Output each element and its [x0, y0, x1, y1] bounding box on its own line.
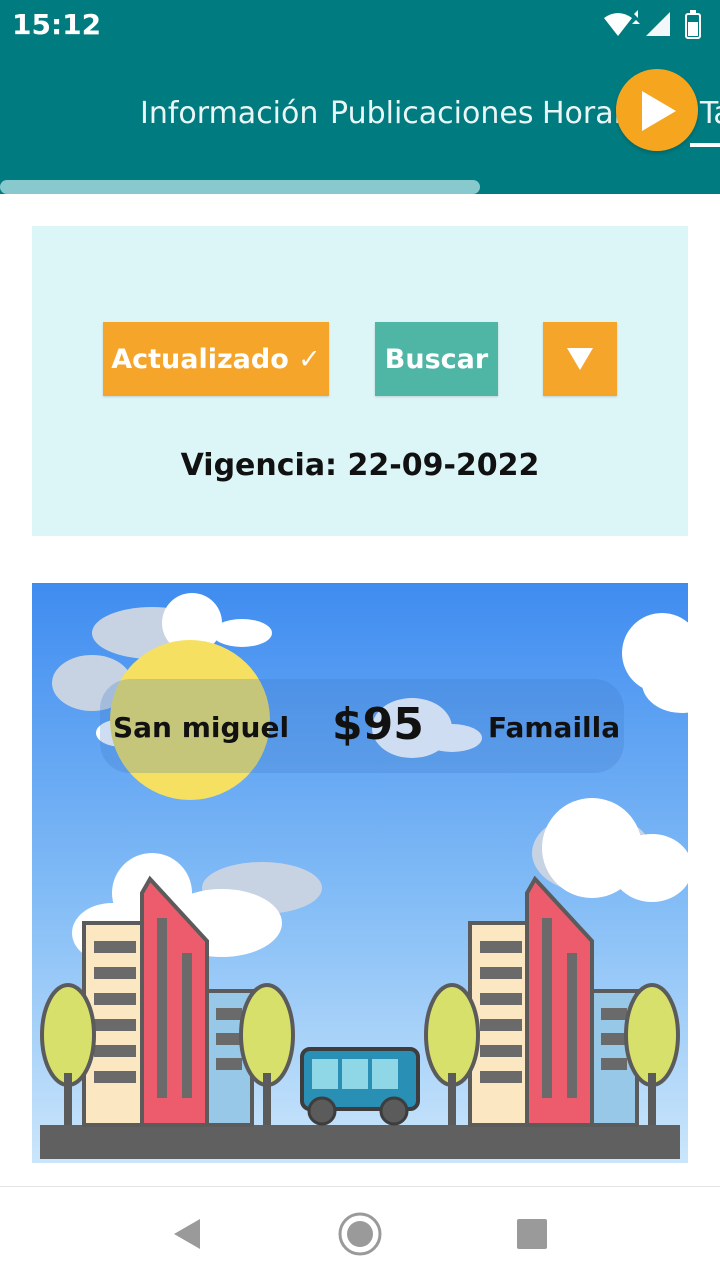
dropdown-button[interactable] [543, 322, 617, 396]
active-tab-indicator [690, 143, 720, 147]
tariff-info-card: Actualizado ✓ Buscar Vigencia: 22-09-202… [32, 226, 688, 536]
tab-scroll-indicator[interactable] [0, 180, 480, 194]
route-illustration-card: San miguel $95 Famailla [32, 583, 688, 1163]
back-icon [174, 1219, 200, 1249]
recents-icon [517, 1219, 547, 1249]
status-time: 15:12 [12, 8, 102, 41]
wifi-icon [604, 10, 640, 36]
route-destination: Famailla [488, 711, 621, 744]
validity-date: Vigencia: 22-09-2022 [180, 448, 540, 483]
search-button[interactable]: Buscar [375, 322, 498, 396]
tab-publicaciones[interactable]: Publicaciones [330, 96, 533, 131]
system-navigation-bar [0, 1186, 720, 1280]
battery-icon [685, 10, 701, 39]
tab-tarifas[interactable]: Tarifas [700, 96, 720, 131]
app-bar: Información Publicaciones Horarios Tarif… [0, 50, 720, 194]
route-price: $95 [332, 699, 424, 750]
recents-button[interactable] [507, 1209, 557, 1259]
play-button[interactable] [616, 69, 698, 151]
tab-strip: Información Publicaciones Horarios Tarif… [0, 50, 720, 180]
back-button[interactable] [164, 1209, 214, 1259]
city-scene-illustration [32, 583, 688, 1163]
tab-informacion[interactable]: Información [140, 96, 318, 131]
status-icons [598, 10, 708, 40]
play-icon [642, 91, 676, 131]
signal-icon [646, 12, 670, 36]
updated-button[interactable]: Actualizado ✓ [103, 322, 329, 396]
dropdown-triangle-icon [567, 348, 593, 370]
home-icon [338, 1212, 382, 1256]
home-button[interactable] [335, 1209, 385, 1259]
status-bar: 15:12 [0, 0, 720, 50]
route-origin: San miguel [113, 711, 290, 744]
